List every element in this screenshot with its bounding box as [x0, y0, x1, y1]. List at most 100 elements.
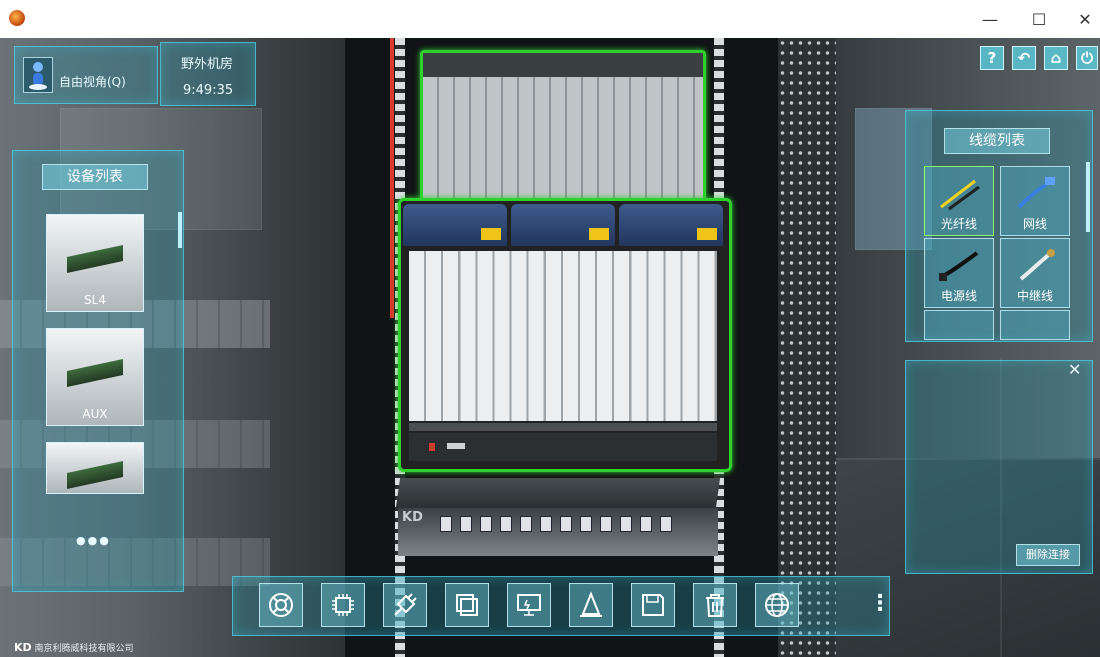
odf-port[interactable]	[520, 516, 532, 532]
cable-item[interactable]	[1000, 310, 1070, 340]
room-name: 野外机房	[181, 57, 234, 72]
warning-label	[589, 228, 609, 240]
trunk-cable-icon	[1019, 249, 1055, 281]
cable-item-label: 电源线	[940, 289, 977, 303]
connect-button[interactable]	[383, 583, 427, 627]
maximize-button[interactable]: ☐	[1016, 5, 1062, 33]
fan-unit[interactable]	[403, 204, 507, 246]
device-item-label: SL4	[84, 293, 106, 307]
power-port	[447, 443, 465, 449]
delete-button[interactable]	[693, 583, 737, 627]
odf-port[interactable]	[560, 516, 572, 532]
cable-item-trunk[interactable]: 中继线	[1000, 238, 1070, 308]
board-icon	[67, 461, 123, 489]
delete-connection-button[interactable]: 删除连接	[1016, 544, 1080, 566]
board-slots[interactable]	[409, 251, 717, 421]
clock: 9:49:35	[183, 83, 234, 98]
person-icon	[23, 57, 53, 93]
company-logo: KD 南京利腾威科技有限公司	[14, 641, 134, 654]
device-item[interactable]	[46, 442, 144, 494]
cable-list-scrollbar[interactable]	[1086, 162, 1090, 232]
cable-item[interactable]	[924, 310, 994, 340]
save-button[interactable]	[631, 583, 675, 627]
power-button[interactable]: ⏻	[1076, 46, 1098, 70]
odf-port[interactable]	[620, 516, 632, 532]
power-led	[429, 443, 435, 451]
odf-port[interactable]	[540, 516, 552, 532]
camera-mode-label: 自由视角(Q)	[59, 75, 126, 89]
slot-number-strip	[409, 423, 717, 431]
cable-item-label: 中继线	[1016, 289, 1053, 303]
odf-patch-panel[interactable]: KD	[395, 478, 721, 560]
location-panel: 野外机房 9:49:35	[160, 42, 256, 106]
odf-brand-mark: KD	[402, 510, 423, 525]
undo-button[interactable]: ↶	[1012, 46, 1036, 70]
device-button[interactable]	[321, 583, 365, 627]
company-mark: KD	[14, 641, 32, 654]
lifebuoy-icon	[269, 593, 293, 617]
cable-item-fiber[interactable]: 光纤线	[924, 166, 994, 236]
fiber-cable-icon	[940, 179, 980, 211]
network-cable-icon	[1017, 177, 1055, 209]
trash-icon	[706, 594, 724, 617]
monitor-icon	[517, 594, 541, 616]
more-devices-indicator[interactable]: ●●●	[76, 534, 111, 547]
marker-button[interactable]	[569, 583, 613, 627]
odf-port[interactable]	[660, 516, 672, 532]
warning-label	[697, 228, 717, 240]
connection-panel	[905, 360, 1093, 574]
cone-icon	[580, 591, 602, 617]
odf-port[interactable]	[440, 516, 452, 532]
device-list-scrollbar[interactable]	[178, 212, 182, 248]
close-panel-button[interactable]: ✕	[1068, 360, 1081, 379]
board-icon	[67, 245, 123, 273]
device-item-sl4[interactable]: SL4	[46, 214, 144, 312]
layer-button[interactable]	[445, 583, 489, 627]
scene-viewport[interactable]: KD 自由视角(Q) 野外机房 9:49:35 设备列表 SL4 AUX ●●●…	[0, 38, 1100, 657]
device-list-title: 设备列表	[42, 164, 148, 190]
odf-port[interactable]	[460, 516, 472, 532]
help-desk-button[interactable]	[259, 583, 303, 627]
cable-item-power[interactable]: 电源线	[924, 238, 994, 308]
monitor-button[interactable]	[507, 583, 551, 627]
odf-port[interactable]	[580, 516, 592, 532]
main-chassis[interactable]	[398, 198, 732, 472]
network-button[interactable]	[755, 583, 799, 627]
more-tools-button[interactable]: ⋮	[869, 591, 891, 616]
power-icon: ⏻	[1081, 49, 1093, 67]
odf-port[interactable]	[640, 516, 652, 532]
odf-port[interactable]	[500, 516, 512, 532]
odf-port[interactable]	[480, 516, 492, 532]
odf-tray	[395, 478, 721, 508]
help-icon: ?	[987, 49, 997, 67]
close-window-button[interactable]: ✕	[1062, 5, 1100, 33]
odf-port[interactable]	[600, 516, 612, 532]
plug-icon	[394, 593, 417, 616]
device-item-label: AUX	[82, 407, 108, 421]
undo-icon: ↶	[1017, 49, 1031, 67]
home-button[interactable]: ⌂	[1044, 46, 1068, 70]
odf-front	[398, 508, 718, 556]
save-icon	[642, 594, 664, 616]
globe-icon	[765, 593, 789, 617]
power-cable-icon	[939, 251, 979, 281]
fan-unit[interactable]	[619, 204, 723, 246]
upper-chassis[interactable]	[420, 50, 706, 204]
layers-icon	[456, 594, 478, 616]
cable-list-title: 线缆列表	[944, 128, 1050, 154]
company-name: 南京利腾威科技有限公司	[34, 644, 134, 654]
cable-item-network[interactable]: 网线	[1000, 166, 1070, 236]
fan-unit[interactable]	[511, 204, 615, 246]
cable-item-label: 网线	[1022, 217, 1047, 231]
window-title-bar: — ☐ ✕	[0, 0, 1100, 39]
chassis-header	[423, 53, 703, 77]
board-icon	[67, 359, 123, 387]
bottom-toolbar: ⋮	[232, 576, 891, 636]
minimize-button[interactable]: —	[967, 5, 1013, 33]
cable-item-label: 光纤线	[940, 217, 977, 231]
power-unit[interactable]	[409, 433, 717, 461]
help-button[interactable]: ?	[980, 46, 1004, 70]
camera-mode-panel[interactable]: 自由视角(Q)	[14, 46, 158, 104]
device-item-aux[interactable]: AUX	[46, 328, 144, 426]
home-icon: ⌂	[1050, 49, 1062, 67]
